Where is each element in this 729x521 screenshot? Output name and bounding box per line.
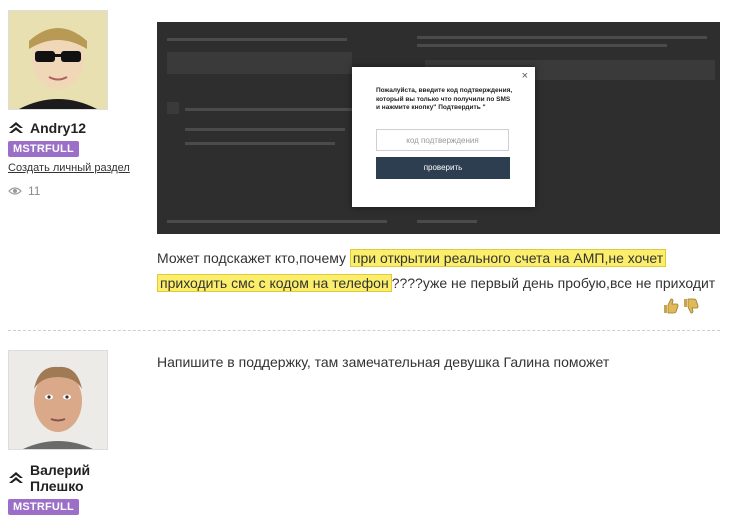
post-text: Напишите в поддержку, там замечательная … <box>157 354 610 370</box>
thumbs-down-icon[interactable] <box>683 298 699 314</box>
rank-chevrons-icon <box>9 472 23 483</box>
status-badge: MSTRFULL <box>8 141 79 157</box>
avatar[interactable] <box>8 10 108 110</box>
highlighted-text: приходить смс с кодом на телефон <box>157 274 392 292</box>
post-divider <box>8 330 720 331</box>
author-name[interactable]: Валерий Плешко <box>8 462 90 494</box>
avatar[interactable] <box>8 350 108 450</box>
sms-verification-modal: × Пожалуйста, введите код подтверждения,… <box>352 67 535 207</box>
highlighted-text: при открытии реального счета на АМП,не х… <box>349 249 667 267</box>
status-badge: MSTRFULL <box>8 499 79 515</box>
post-text-before: Может подскажет кто,почему <box>157 250 347 266</box>
rank-chevrons-icon <box>9 122 23 133</box>
author-first-name: Валерий <box>30 462 91 478</box>
create-section-link[interactable]: Создать личный раздел <box>8 162 130 174</box>
close-icon[interactable]: × <box>522 70 528 82</box>
views-count: 11 <box>28 184 41 198</box>
author-label: Andry12 <box>30 120 87 136</box>
thumbs-up-icon[interactable] <box>663 298 679 314</box>
views-counter: 11 <box>8 184 40 198</box>
verification-code-input[interactable]: код подтверждения <box>376 129 509 151</box>
attached-screenshot[interactable]: × Пожалуйста, введите код подтверждения,… <box>157 22 720 234</box>
author-name[interactable]: Andry12 <box>8 120 86 136</box>
verify-button[interactable]: проверить <box>376 157 510 179</box>
author-last-name: Плешко <box>30 478 84 494</box>
modal-instructions: Пожалуйста, введите код подтверждения, к… <box>376 87 513 111</box>
eye-icon <box>8 187 22 195</box>
vote-buttons <box>663 298 699 314</box>
post-text: Может подскажет кто,почему при открытии … <box>157 246 717 296</box>
post-text-after: ????уже не первый день пробую,все не при… <box>391 275 716 291</box>
